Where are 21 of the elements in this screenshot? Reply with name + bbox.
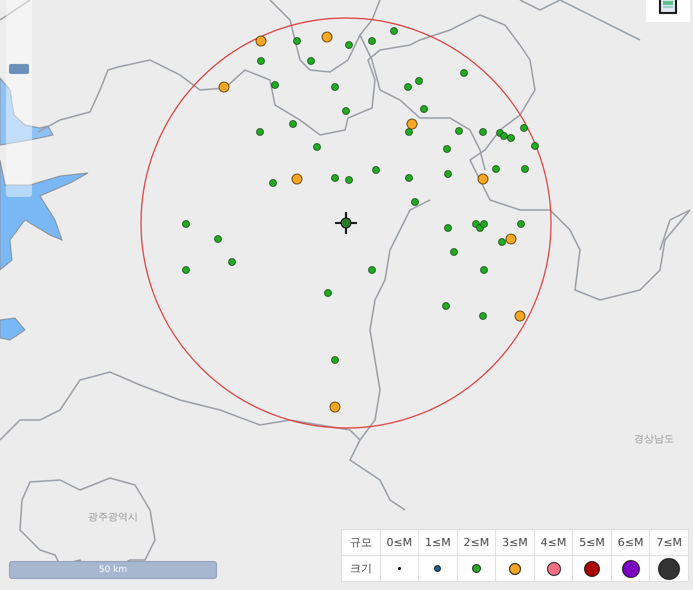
magnitude-label: 0≤M (380, 530, 419, 556)
water-area (0, 317, 26, 341)
legend-header: 규모 (342, 530, 380, 556)
magnitude-label: 1≤M (418, 530, 458, 556)
crosshair-icon (335, 212, 357, 234)
map-view[interactable]: 경상남도 광주광역시 50 km 규모 0≤M 1≤M 2≤M 3≤M 4≤M 5≤M 6≤M 7≤M 크기 (0, 0, 693, 590)
scale-bar: 50 km (9, 561, 217, 579)
magnitude-label: 2≤M (457, 530, 496, 556)
water-area (0, 76, 54, 146)
region-label: 광주광역시 (88, 511, 138, 524)
magnitude-label: 4≤M (534, 530, 573, 556)
magnitude-label: 6≤M (611, 530, 650, 556)
boundary-line (0, 0, 30, 21)
image-icon[interactable] (646, 0, 690, 22)
legend-header: 크기 (342, 556, 380, 582)
magnitude-label: 7≤M (650, 530, 688, 556)
zoom-slider[interactable] (6, 0, 32, 197)
zoom-handle[interactable] (9, 64, 29, 74)
magnitude-label: 5≤M (572, 530, 612, 556)
magnitude-label: 3≤M (496, 530, 534, 556)
region-label: 경상남도 (634, 433, 674, 446)
